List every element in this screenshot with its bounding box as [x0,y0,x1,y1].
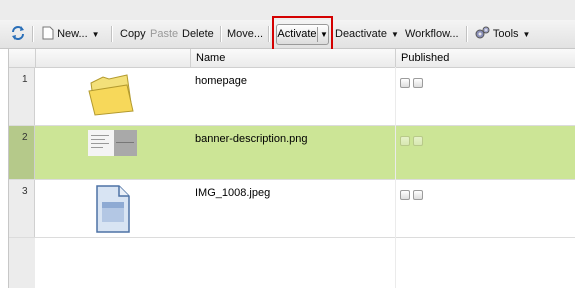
header-thumbnail-cell [35,49,190,67]
new-page-icon [42,26,54,40]
deactivate-button[interactable]: Deactivate ▼ [335,20,399,48]
new-button[interactable]: New... ▼ [42,20,100,48]
table-row[interactable]: 1 homepage [9,68,575,126]
toolbar-separator [268,26,270,42]
tools-label: Tools [492,28,519,40]
row-name[interactable]: IMG_1008.jpeg [195,187,270,199]
table-row[interactable]: 2 banner-description.png [9,126,575,180]
grid-header: Name Published [9,49,575,68]
chevron-down-icon: ▼ [390,30,399,39]
row-name[interactable]: banner-description.png [195,133,308,145]
paste-button[interactable]: Paste [150,20,178,48]
new-label: New... [57,28,88,40]
move-button[interactable]: Move... [227,20,263,48]
deactivate-label: Deactivate [335,28,387,40]
workflow-button[interactable]: Workflow... [405,20,459,48]
chevron-down-icon: ▼ [91,30,100,39]
gear-icon [475,26,490,39]
published-checkbox[interactable] [413,190,423,200]
column-divider [395,67,396,288]
toolbar-separator [466,26,468,42]
toolbar-separator [111,26,113,42]
delete-button[interactable]: Delete [182,20,214,48]
published-checkbox[interactable] [400,190,410,200]
toolbar-separator [220,26,222,42]
row-number: 3 [22,186,28,197]
tools-button[interactable]: Tools ▼ [474,20,530,48]
chevron-down-icon: ▼ [522,30,531,39]
table-row[interactable]: 3 IMG_1008.jpeg [9,180,575,238]
refresh-icon [12,26,24,41]
page-grid: Name Published 1 homepage 2 banner-descr… [8,49,575,288]
published-checkbox[interactable] [400,136,410,146]
header-published[interactable]: Published [395,49,575,67]
row-number: 2 [22,132,28,143]
row-number-cell: 1 [9,68,35,125]
row-number-cell: 3 [9,180,35,237]
published-checkbox[interactable] [400,78,410,88]
folder-icon [87,73,135,120]
image-thumbnail-icon [88,130,137,159]
row-name[interactable]: homepage [195,75,247,87]
copy-button[interactable]: Copy [120,20,146,48]
header-number-cell [9,49,35,67]
published-checkbox[interactable] [413,78,423,88]
row-number: 1 [22,74,28,85]
activate-highlight-box [272,16,333,53]
header-name[interactable]: Name [190,49,395,67]
refresh-button[interactable] [10,20,26,48]
toolbar-separator [32,26,34,42]
published-checkbox[interactable] [413,136,423,146]
row-number-cell: 2 [9,126,35,179]
row-number-column-fill [9,238,35,288]
document-icon [95,185,131,236]
